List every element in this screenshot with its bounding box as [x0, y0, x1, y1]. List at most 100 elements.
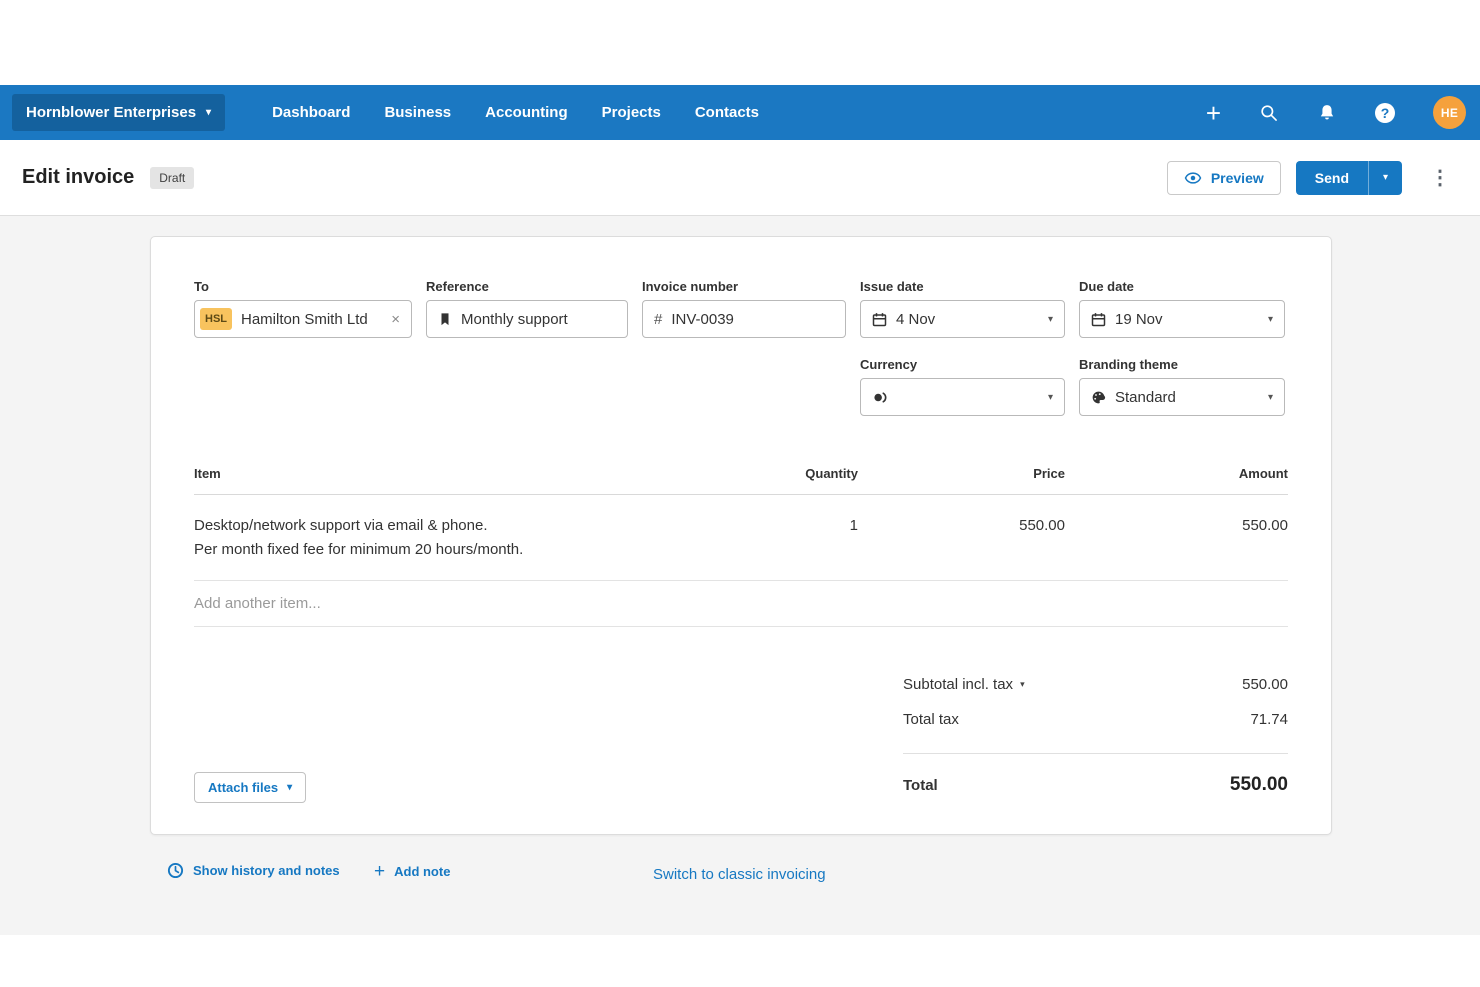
calendar-icon [872, 312, 887, 327]
help-button[interactable]: ? [1375, 103, 1395, 123]
total-tax-row: Total tax 71.74 [903, 709, 1288, 729]
total-label: Total [903, 777, 938, 794]
due-date-field-block: Due date 19 Nov ▾ [1079, 279, 1285, 338]
send-button[interactable]: Send [1296, 161, 1368, 195]
search-icon [1259, 103, 1279, 123]
to-field-block: To HSL Hamilton Smith Ltd × [194, 279, 412, 338]
search-button[interactable] [1259, 103, 1279, 123]
chevron-down-icon: ▾ [206, 107, 211, 118]
status-badge: Draft [150, 167, 194, 189]
send-dropdown-button[interactable]: ▾ [1368, 161, 1402, 195]
branding-theme-field-block: Branding theme Standard ▾ [1079, 357, 1285, 416]
coin-icon [872, 390, 889, 405]
nav-items: Dashboard Business Accounting Projects C… [255, 85, 776, 140]
org-switcher-button[interactable]: Hornblower Enterprises ▾ [12, 94, 225, 131]
chevron-down-icon: ▾ [1268, 392, 1273, 403]
issue-date-field-block: Issue date 4 Nov ▾ [860, 279, 1065, 338]
due-date-label: Due date [1079, 279, 1285, 294]
chevron-down-icon: ▾ [287, 782, 292, 793]
chevron-down-icon: ▾ [1048, 314, 1053, 325]
screen: Hornblower Enterprises ▾ Dashboard Busin… [0, 0, 1480, 987]
contact-initials-badge: HSL [200, 308, 232, 330]
subtotal-row: Subtotal incl. tax ▾ 550.00 [903, 674, 1288, 694]
nav-item-contacts[interactable]: Contacts [678, 85, 776, 140]
create-new-button[interactable]: + [1206, 100, 1221, 126]
show-history-link[interactable]: Show history and notes [167, 862, 340, 879]
column-header-amount: Amount [1065, 466, 1288, 481]
nav-item-accounting[interactable]: Accounting [468, 85, 585, 140]
add-note-label: Add note [394, 864, 450, 879]
eye-icon [1184, 169, 1202, 187]
show-history-label: Show history and notes [193, 863, 340, 878]
contact-name: Hamilton Smith Ltd [241, 311, 368, 328]
nav-item-dashboard[interactable]: Dashboard [255, 85, 367, 140]
preview-button[interactable]: Preview [1167, 161, 1281, 195]
page-title: Edit invoice [22, 166, 134, 189]
attach-files-button[interactable]: Attach files ▾ [194, 772, 306, 803]
total-value: 550.00 [1230, 774, 1288, 796]
hash-icon: # [654, 311, 662, 328]
item-description: Desktop/network support via email & phon… [194, 514, 758, 562]
reference-input[interactable]: Monthly support [426, 300, 628, 338]
line-item-row[interactable]: Desktop/network support via email & phon… [194, 495, 1288, 581]
issue-date-value: 4 Nov [896, 311, 935, 328]
total-tax-label: Total tax [903, 711, 959, 728]
content-area: To HSL Hamilton Smith Ltd × Reference Mo… [0, 216, 1480, 935]
subtotal-label: Subtotal incl. tax [903, 676, 1013, 693]
chevron-down-icon: ▾ [1048, 392, 1053, 403]
branding-theme-select[interactable]: Standard ▾ [1079, 378, 1285, 416]
invoice-card: To HSL Hamilton Smith Ltd × Reference Mo… [150, 236, 1332, 835]
header-actions: Preview Send ▾ ⋮ [1167, 161, 1458, 195]
due-date-select[interactable]: 19 Nov ▾ [1079, 300, 1285, 338]
item-quantity: 1 [758, 514, 858, 562]
line-items-table: Item Quantity Price Amount Desktop/netwo… [194, 466, 1288, 627]
add-item-row[interactable]: Add another item... [194, 581, 1288, 627]
invoice-fields: To HSL Hamilton Smith Ltd × Reference Mo… [151, 237, 1331, 416]
plus-icon: + [1206, 100, 1221, 126]
invoice-number-field-block: Invoice number # INV-0039 [642, 279, 846, 338]
chevron-down-icon: ▾ [1020, 679, 1025, 690]
top-navbar: Hornblower Enterprises ▾ Dashboard Busin… [0, 85, 1480, 140]
user-avatar[interactable]: HE [1433, 96, 1466, 129]
attach-files-label: Attach files [208, 780, 278, 795]
remove-contact-button[interactable]: × [391, 311, 400, 328]
overflow-menu-button[interactable]: ⋮ [1422, 161, 1458, 194]
currency-field-block: Currency ▾ [860, 357, 1065, 416]
invoice-number-label: Invoice number [642, 279, 846, 294]
org-name: Hornblower Enterprises [26, 104, 196, 121]
switch-classic-link[interactable]: Switch to classic invoicing [653, 866, 826, 883]
calendar-icon [1091, 312, 1106, 327]
chevron-down-icon: ▾ [1268, 314, 1273, 325]
page-header: Edit invoice Draft Preview Send ▾ ⋮ [0, 140, 1480, 216]
subtotal-selector[interactable]: Subtotal incl. tax ▾ [903, 676, 1025, 693]
item-description-line1: Desktop/network support via email & phon… [194, 514, 758, 538]
to-label: To [194, 279, 412, 294]
table-header-row: Item Quantity Price Amount [194, 466, 1288, 495]
palette-icon [1091, 390, 1106, 405]
reference-value: Monthly support [461, 311, 568, 328]
preview-label: Preview [1211, 170, 1264, 186]
issue-date-select[interactable]: 4 Nov ▾ [860, 300, 1065, 338]
branding-theme-value: Standard [1115, 389, 1176, 406]
navbar-actions: + ? HE [1206, 96, 1466, 129]
add-note-link[interactable]: + Add note [374, 862, 450, 881]
issue-date-label: Issue date [860, 279, 1065, 294]
chevron-down-icon: ▾ [1383, 172, 1388, 183]
bell-icon [1317, 103, 1337, 123]
bookmark-icon [438, 312, 452, 326]
notifications-button[interactable] [1317, 103, 1337, 123]
column-header-item: Item [194, 466, 758, 481]
nav-item-business[interactable]: Business [367, 85, 468, 140]
history-clock-icon [167, 862, 184, 879]
nav-item-projects[interactable]: Projects [585, 85, 678, 140]
item-amount: 550.00 [1065, 514, 1288, 562]
currency-select[interactable]: ▾ [860, 378, 1065, 416]
totals-panel: Subtotal incl. tax ▾ 550.00 Total tax 71… [903, 674, 1288, 796]
item-description-line2: Per month fixed fee for minimum 20 hours… [194, 538, 758, 562]
due-date-value: 19 Nov [1115, 311, 1163, 328]
invoice-number-input[interactable]: # INV-0039 [642, 300, 846, 338]
total-row: Total 550.00 [903, 754, 1288, 796]
to-contact-input[interactable]: HSL Hamilton Smith Ltd × [194, 300, 412, 338]
send-split-button: Send ▾ [1296, 161, 1402, 195]
invoice-number-value: INV-0039 [671, 311, 734, 328]
